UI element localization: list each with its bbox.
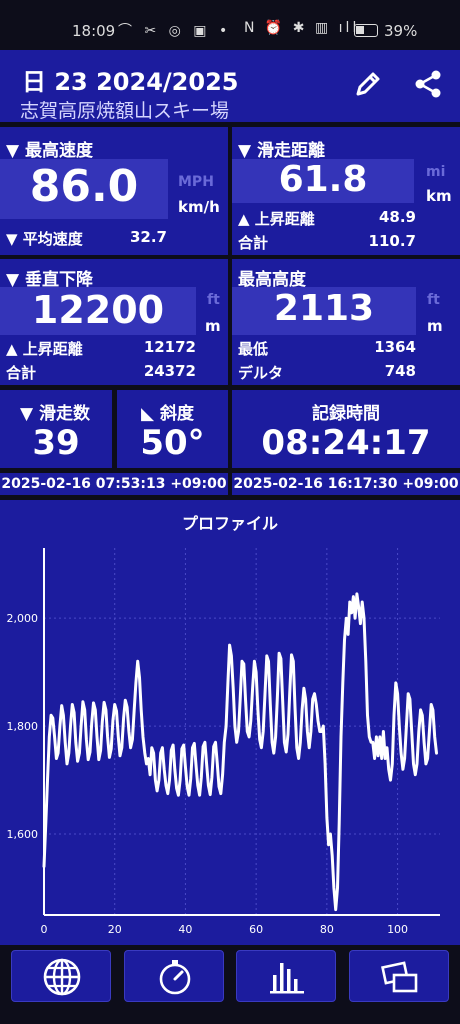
x-tick-label: 40 [178,923,192,936]
max-altitude-unit-alt[interactable]: ft [427,292,440,308]
record-time-value: 08:24:17 [261,423,431,463]
min-altitude-value: 1364 [374,338,416,356]
descent-ascent-label: ▲ 上昇距離 [6,340,83,358]
stopwatch-icon [159,960,191,995]
edit-icon[interactable] [352,68,384,100]
distance-unit[interactable]: km [426,187,452,205]
max-speed-unit-alt[interactable]: MPH [178,174,214,190]
x-tick-label: 100 [387,923,408,936]
descent-ascent-value: 12172 [143,338,196,356]
min-altitude-label: 最低 [238,340,269,358]
system-icons: N ⏰ ✱ ▥ ıll [244,20,360,36]
bottom-nav [0,945,460,1024]
runs-panel[interactable]: ▼ 滑走数 39 [0,390,112,468]
resort-name: 志賀高原焼額山スキー場 [20,100,230,122]
max-altitude-unit[interactable]: m [427,317,443,335]
record-time-panel[interactable]: 記録時間 08:24:17 [232,390,460,468]
bar-chart-icon [270,963,304,994]
profile-chart-panel: プロファイル 0 20 40 60 80 100 1,600 1,800 2,000 [0,500,460,945]
battery-icon [354,24,378,37]
distance-panel[interactable]: ▼ 滑走距離 61.8 mi km ▲ 上昇距離 48.9 合計 110.7 [232,127,460,255]
globe-icon [43,958,81,996]
slope-label: ◣ 斜度 [141,404,194,424]
nav-photos-button[interactable] [349,950,449,1002]
profile-chart[interactable]: 0 20 40 60 80 100 1,600 1,800 2,000 [0,500,460,945]
status-bar: 18:09 ⌒ ✂ ◎ ▣ • N ⏰ ✱ ▥ ıll 39% [0,0,460,50]
start-date-strip: 2025-02-16 07:53:13 +09:00 [0,473,228,495]
distance-total-value: 110.7 [368,232,416,250]
max-speed-panel[interactable]: ▼ 最高速度 86.0 MPH km/h ▼ 平均速度 32.7 [0,127,228,255]
descent-total-label: 合計 [6,364,37,382]
nav-stopwatch-button[interactable] [124,950,224,1002]
day-title: 日 23 2024/2025 [22,68,239,96]
distance-label: ▼ 滑走距離 [238,141,325,161]
altitude-delta-value: 748 [384,362,416,380]
end-datetime: 2025-02-16 16:17:30 +09:00 [233,476,459,492]
battery-percent: 39% [384,22,418,40]
x-tick-label: 0 [41,923,48,936]
slope-value: 50° [140,423,205,463]
descent-total-value: 24372 [143,362,196,380]
y-tick-label: 1,800 [7,720,39,733]
vertical-descent-panel[interactable]: ▼ 垂直下降 12200 ft m ▲ 上昇距離 12172 合計 24372 [0,259,228,385]
altitude-delta-label: デルタ [238,364,284,382]
vertical-descent-unit-alt[interactable]: ft [207,292,220,308]
max-speed-value: 86.0 [29,161,139,212]
status-time: 18:09 [72,22,116,40]
vertical-descent-value: 12200 [31,288,165,332]
max-altitude-value: 2113 [273,288,375,329]
notification-icons: ⌒ ✂ ◎ ▣ • [118,23,232,39]
slope-panel[interactable]: ◣ 斜度 50° [117,390,228,468]
x-tick-label: 60 [249,923,263,936]
max-speed-label: ▼ 最高速度 [6,141,93,161]
nav-stats-button[interactable] [236,950,336,1002]
distance-ascent-label: ▲ 上昇距離 [238,210,315,228]
avg-speed-label: ▼ 平均速度 [6,230,83,248]
distance-total-label: 合計 [238,234,269,252]
avg-speed-value: 32.7 [129,228,167,246]
share-icon[interactable] [412,68,444,100]
runs-label: ▼ 滑走数 [20,404,90,424]
x-tick-label: 20 [108,923,122,936]
runs-value: 39 [32,423,80,463]
distance-ascent-value: 48.9 [378,208,416,226]
y-tick-label: 2,000 [7,612,39,625]
elevation-line [42,592,438,912]
vertical-descent-unit[interactable]: m [205,317,221,335]
max-speed-unit[interactable]: km/h [178,198,220,216]
start-datetime: 2025-02-16 07:53:13 +09:00 [1,476,227,492]
end-date-strip: 2025-02-16 16:17:30 +09:00 [232,473,460,495]
y-tick-label: 1,600 [7,828,39,841]
app-header: 日 23 2024/2025 志賀高原焼額山スキー場 [0,50,460,122]
distance-value: 61.8 [278,159,368,200]
nav-map-button[interactable] [11,950,111,1002]
record-time-label: 記録時間 [312,404,380,424]
max-altitude-panel[interactable]: 最高高度 2113 ft m 最低 1364 デルタ 748 [232,259,460,385]
x-tick-label: 80 [320,923,334,936]
distance-unit-alt[interactable]: mi [426,164,445,180]
photos-icon [381,961,418,993]
